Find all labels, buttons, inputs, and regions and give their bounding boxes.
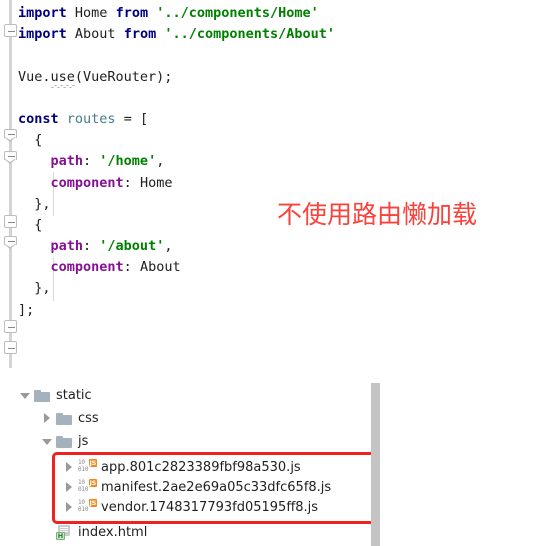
- code-line: {: [18, 130, 335, 151]
- code-content[interactable]: import Home from '../components/Home' imp…: [18, 3, 335, 321]
- code-token: const: [18, 110, 59, 127]
- code-token: (VueRouter);: [74, 68, 173, 85]
- code-token: Home: [74, 5, 108, 21]
- code-token: '../components/Home': [156, 5, 319, 21]
- fold-marker-routes-array[interactable]: [4, 129, 17, 142]
- tree-row-vendor[interactable]: 10 010 JS vendor.1748317793fd05195ff8.js: [62, 498, 318, 517]
- js-file-icon: 10 010 JS: [78, 459, 97, 473]
- code-token: path: [50, 238, 84, 255]
- tree-row-static[interactable]: static: [18, 386, 92, 405]
- editor-gutter-rail: [9, 0, 12, 368]
- fold-marker-import-block[interactable]: [4, 24, 17, 37]
- html-file-icon: H: [56, 525, 73, 540]
- code-token: component: [50, 259, 124, 276]
- code-token: },: [18, 280, 51, 297]
- code-token: [: [139, 110, 149, 127]
- code-line: component: About: [18, 257, 335, 278]
- code-line: import About from '../components/About': [18, 24, 335, 45]
- file-tree-scrollbar[interactable]: [371, 383, 380, 546]
- code-line: path: '/about',: [18, 236, 335, 257]
- chevron-right-icon[interactable]: [62, 478, 78, 497]
- tree-row-manifest[interactable]: 10 010 JS manifest.2ae2e69a05c33dfc65f8.js: [62, 478, 331, 497]
- code-token: :: [123, 174, 140, 191]
- code-line: },: [18, 278, 335, 299]
- code-token: About: [74, 26, 116, 43]
- code-token: :: [83, 153, 100, 170]
- code-token: component: [50, 174, 124, 191]
- tree-row-label: vendor.1748317793fd05195ff8.js: [101, 500, 319, 515]
- tree-row-label: index.html: [78, 525, 148, 540]
- code-token: use: [50, 68, 75, 85]
- fold-marker-object-1-end[interactable]: [4, 215, 17, 228]
- code-token: About: [139, 259, 181, 276]
- tree-row-js[interactable]: js: [40, 432, 88, 451]
- tree-row-label: js: [78, 434, 89, 449]
- chevron-down-icon[interactable]: [40, 432, 56, 451]
- code-token: import: [18, 5, 67, 21]
- code-line: Vue.use(VueRouter);: [18, 67, 335, 88]
- code-line: path: '/home',: [18, 151, 335, 172]
- code-token: '/about': [99, 238, 165, 255]
- code-token: =: [115, 110, 140, 127]
- code-token: from: [123, 26, 157, 43]
- chevron-right-icon[interactable]: [40, 409, 56, 428]
- chevron-right-icon[interactable]: [62, 458, 78, 477]
- chevron-down-icon[interactable]: [18, 386, 34, 405]
- tree-row-index[interactable]: Hindex.html: [40, 523, 147, 542]
- fold-marker-object-2-end[interactable]: [4, 320, 17, 333]
- code-token: path: [50, 153, 84, 170]
- folder-icon: [56, 412, 73, 426]
- folder-icon: [56, 435, 73, 449]
- tree-row-label: static: [56, 388, 92, 403]
- tree-row-css[interactable]: css: [40, 409, 99, 428]
- code-line: ];: [18, 300, 335, 321]
- code-token: {: [18, 216, 43, 233]
- code-line: const routes = [: [18, 109, 335, 130]
- fold-marker-object-1[interactable]: [4, 151, 17, 164]
- code-token: :: [123, 259, 140, 276]
- code-token: ,: [156, 153, 165, 170]
- code-token: import: [18, 26, 67, 43]
- file-tree-panel[interactable]: static css js 10 010 JS app.801c2823389fbf98a5…: [0, 378, 545, 546]
- fold-marker-object-2[interactable]: [4, 236, 17, 249]
- code-editor[interactable]: import Home from '../components/Home' imp…: [0, 0, 545, 368]
- code-token: Home: [139, 174, 173, 191]
- code-token: Vue.: [18, 68, 51, 85]
- code-token: {: [18, 132, 43, 149]
- tree-row-label: css: [78, 411, 99, 426]
- code-line: component: Home: [18, 173, 335, 194]
- js-file-icon: 10 010 JS: [78, 499, 97, 513]
- folder-icon: [34, 389, 51, 403]
- code-token: ,: [164, 238, 173, 255]
- js-file-icon: 10 010 JS: [78, 479, 97, 493]
- code-token: :: [83, 238, 100, 255]
- code-token: ];: [18, 301, 35, 318]
- tree-row-label: manifest.2ae2e69a05c33dfc65f8.js: [101, 480, 332, 495]
- annotation-text: 不使用路由懒加载: [277, 200, 478, 229]
- code-token: '../components/About': [164, 26, 336, 43]
- fold-marker-routes-end[interactable]: [4, 341, 17, 354]
- code-token: routes: [66, 110, 116, 127]
- code-token: '/home': [99, 153, 157, 170]
- code-token: from: [115, 5, 149, 21]
- code-line: import Home from '../components/Home': [18, 3, 335, 24]
- code-token: },: [18, 195, 51, 212]
- tree-row-app[interactable]: 10 010 JS app.801c2823389fbf98a530.js: [62, 458, 301, 477]
- chevron-right-icon[interactable]: [62, 498, 78, 517]
- tree-row-label: app.801c2823389fbf98a530.js: [101, 460, 301, 475]
